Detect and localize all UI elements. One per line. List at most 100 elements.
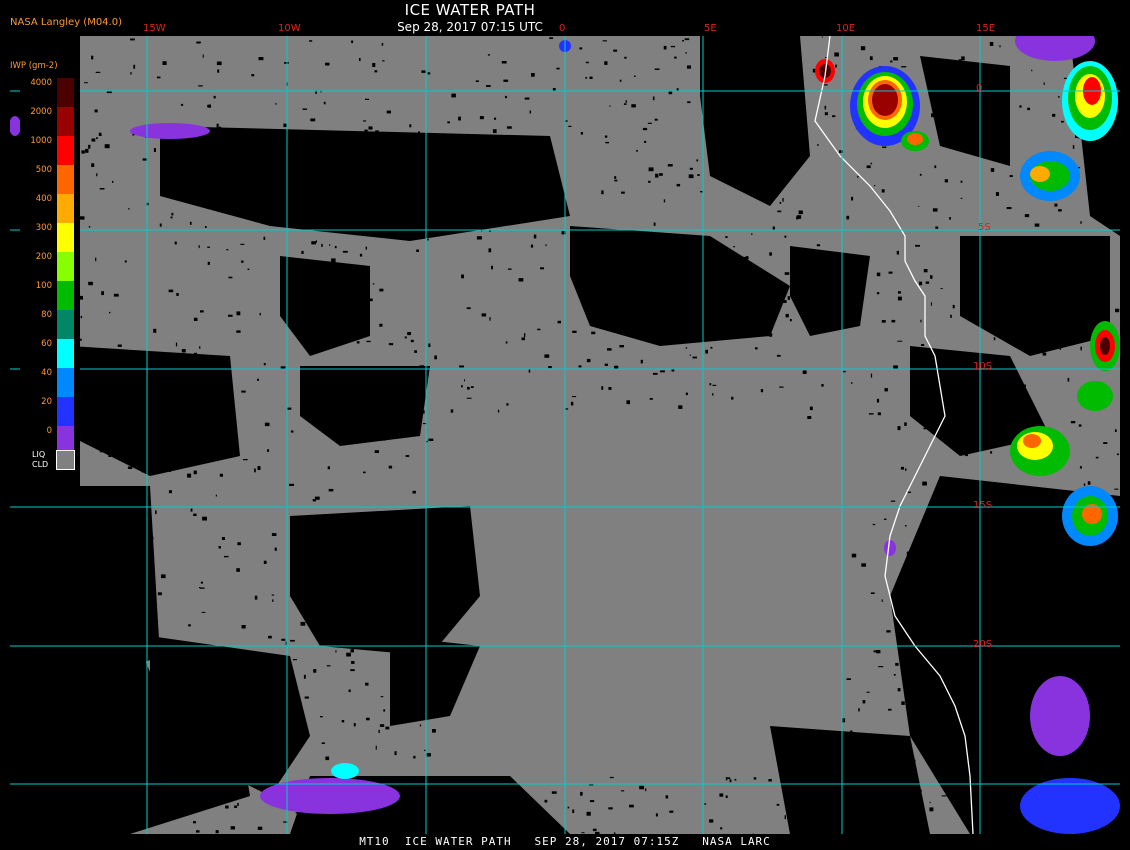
speckle	[413, 755, 416, 759]
speckle	[1080, 612, 1085, 615]
speckle	[544, 799, 548, 803]
speckle	[996, 524, 999, 528]
speckle	[378, 641, 384, 644]
speckle	[376, 145, 381, 149]
speckle	[386, 110, 391, 114]
speckle	[907, 491, 911, 493]
speckle	[696, 159, 699, 162]
speckle	[219, 729, 221, 732]
speckle	[207, 104, 210, 108]
speckle	[1072, 334, 1077, 339]
speckle	[968, 282, 971, 286]
speckle	[854, 322, 857, 326]
speckle	[643, 234, 645, 238]
speckle	[385, 564, 389, 566]
speckle	[404, 147, 410, 151]
speckle	[1095, 214, 1100, 217]
speckle	[792, 296, 795, 299]
speckle	[1027, 107, 1030, 111]
speckle	[870, 162, 873, 165]
speckle	[712, 393, 714, 396]
speckle	[488, 248, 492, 253]
speckle	[653, 222, 656, 226]
speckle	[196, 830, 200, 833]
speckle	[162, 61, 167, 65]
speckle	[190, 439, 193, 442]
speckle	[228, 314, 233, 317]
speckle	[79, 295, 83, 300]
legend-swatch	[57, 397, 74, 426]
speckle	[302, 108, 308, 110]
speckle	[966, 92, 970, 94]
speckle	[734, 47, 738, 50]
speckle	[935, 413, 939, 417]
speckle	[668, 91, 673, 95]
speckle	[667, 164, 673, 167]
speckle	[782, 198, 784, 202]
speckle	[169, 742, 173, 744]
speckle	[19, 734, 22, 738]
speckle	[922, 481, 927, 486]
speckle	[572, 809, 575, 813]
speckle	[447, 121, 450, 124]
speckle	[1048, 254, 1054, 257]
speckle	[929, 537, 935, 541]
speckle	[652, 372, 658, 375]
speckle	[1058, 209, 1062, 212]
speckle	[176, 664, 181, 666]
speckle	[1099, 701, 1103, 704]
speckle	[200, 752, 203, 757]
speckle	[48, 526, 51, 529]
speckle	[39, 715, 42, 717]
speckle	[518, 278, 524, 282]
speckle	[1006, 207, 1012, 210]
lon-label-15e: 15E	[976, 23, 996, 34]
speckle	[684, 38, 690, 41]
lat-label-5s: 5S	[978, 222, 991, 233]
speckle	[579, 47, 583, 50]
speckle	[419, 724, 422, 727]
speckle	[585, 61, 589, 64]
speckle	[576, 276, 579, 278]
speckle	[549, 37, 554, 39]
speckle	[385, 726, 390, 730]
legend-swatch	[57, 368, 74, 397]
speckle	[507, 268, 512, 270]
speckle	[65, 715, 70, 718]
speckle	[905, 468, 907, 471]
speckle	[349, 227, 355, 229]
speckle	[108, 563, 110, 568]
speckle	[421, 70, 427, 73]
speckle	[663, 278, 666, 282]
speckle	[79, 216, 85, 220]
speckle	[806, 826, 811, 830]
speckle	[968, 371, 973, 373]
speckle	[679, 315, 684, 320]
speckle	[621, 191, 625, 194]
speckle	[1016, 406, 1018, 410]
speckle	[190, 508, 193, 512]
speckle	[219, 126, 222, 130]
speckle	[687, 65, 691, 69]
speckle	[46, 606, 51, 609]
speckle	[981, 518, 983, 523]
speckle	[833, 805, 836, 809]
speckle	[619, 79, 622, 82]
speckle	[1026, 265, 1032, 269]
speckle	[524, 794, 529, 798]
speckle	[224, 555, 229, 558]
speckle	[489, 317, 491, 321]
speckle	[537, 214, 540, 217]
speckle	[956, 353, 960, 357]
speckle	[626, 400, 630, 405]
speckle	[625, 100, 627, 103]
speckle	[631, 104, 636, 108]
speckle	[388, 465, 393, 469]
speckle	[104, 144, 110, 149]
speckle	[299, 532, 302, 536]
speckle	[931, 113, 936, 118]
speckle	[124, 451, 126, 456]
speckle	[733, 246, 735, 248]
speckle	[1024, 214, 1030, 218]
speckle	[685, 52, 687, 54]
